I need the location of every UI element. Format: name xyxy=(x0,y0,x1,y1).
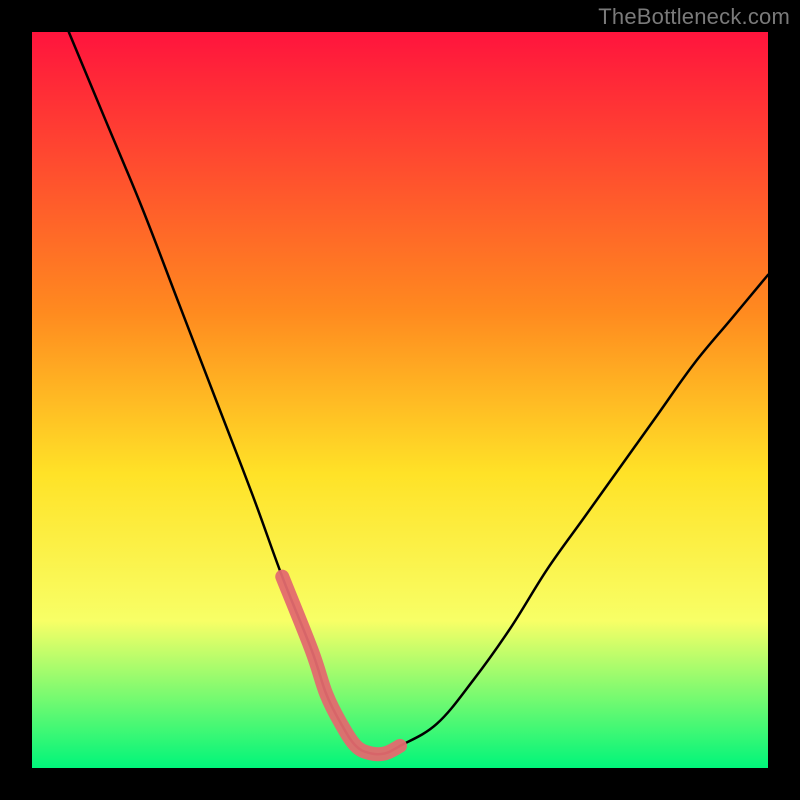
watermark-text: TheBottleneck.com xyxy=(598,4,790,30)
gradient-background xyxy=(32,32,768,768)
chart-frame: TheBottleneck.com xyxy=(0,0,800,800)
bottleneck-chart xyxy=(0,0,800,800)
